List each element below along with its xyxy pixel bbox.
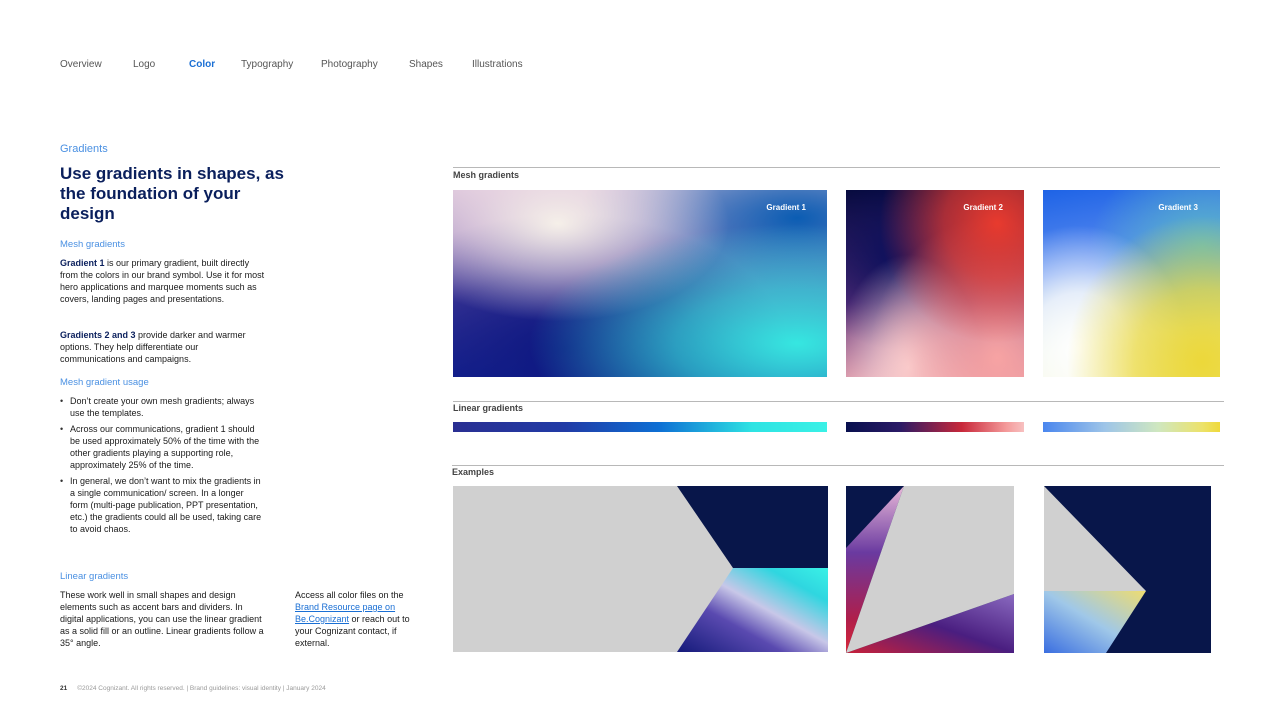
mesh-divider [453,167,1220,168]
example-1-image [453,486,828,652]
linear-divider [453,401,1224,402]
nav-logo[interactable]: Logo [133,59,155,70]
page-title: Use gradients in shapes, as the foundati… [60,164,284,223]
gradient1-bold: Gradient 1 [60,258,105,268]
access-files-paragraph: Access all color files on the Brand Reso… [295,589,417,649]
linear-gradients-subheading: Linear gradients [60,571,129,582]
linear-gradient-3-bar [1043,422,1220,432]
gradient1-paragraph: Gradient 1 is our primary gradient, buil… [60,257,265,305]
nav-color[interactable]: Color [189,59,215,70]
usage-bullet: In general, we don’t want to mix the gra… [60,475,262,535]
gradient-3-swatch: Gradient 3 [1043,190,1220,377]
nav-shapes[interactable]: Shapes [409,59,443,70]
footer-text: ©2024 Cognizant. All rights reserved. | … [77,685,326,692]
linear-gradient-1-bar [453,422,827,432]
mesh-usage-subheading: Mesh gradient usage [60,377,149,388]
usage-bullet: Don’t create your own mesh gradients; al… [60,395,262,419]
usage-bullet: Across our communications, gradient 1 sh… [60,423,262,471]
gradient-1-label: Gradient 1 [766,203,806,212]
example-2-image [846,486,1014,653]
example-3-image [1044,486,1211,653]
mesh-gradients-subheading: Mesh gradients [60,239,125,250]
linear-gradient-2-bar [846,422,1024,432]
gradient-1-swatch: Gradient 1 [453,190,827,377]
mesh-gradients-label: Mesh gradients [453,170,520,180]
gradient23-paragraph: Gradients 2 and 3 provide darker and war… [60,329,250,365]
section-eyebrow: Gradients [60,143,108,155]
linear-gradients-label: Linear gradients [453,403,524,413]
nav-illustrations[interactable]: Illustrations [472,59,523,70]
examples-divider [452,465,1224,466]
examples-label: Examples [452,467,495,477]
nav-photography[interactable]: Photography [321,59,378,70]
usage-bullet-list: Don’t create your own mesh gradients; al… [60,395,262,539]
gradient23-bold: Gradients 2 and 3 [60,330,136,340]
gradient-3-label: Gradient 3 [1158,203,1198,212]
gradient-2-label: Gradient 2 [963,203,1003,212]
nav-overview[interactable]: Overview [60,59,102,70]
access-text-1: Access all color files on the [295,590,404,600]
linear-gradients-paragraph: These work well in small shapes and desi… [60,590,264,648]
nav-typography[interactable]: Typography [241,59,293,70]
footer: 21 ©2024 Cognizant. All rights reserved. … [60,685,326,692]
gradient-2-swatch: Gradient 2 [846,190,1024,377]
page-number: 21 [60,685,68,692]
